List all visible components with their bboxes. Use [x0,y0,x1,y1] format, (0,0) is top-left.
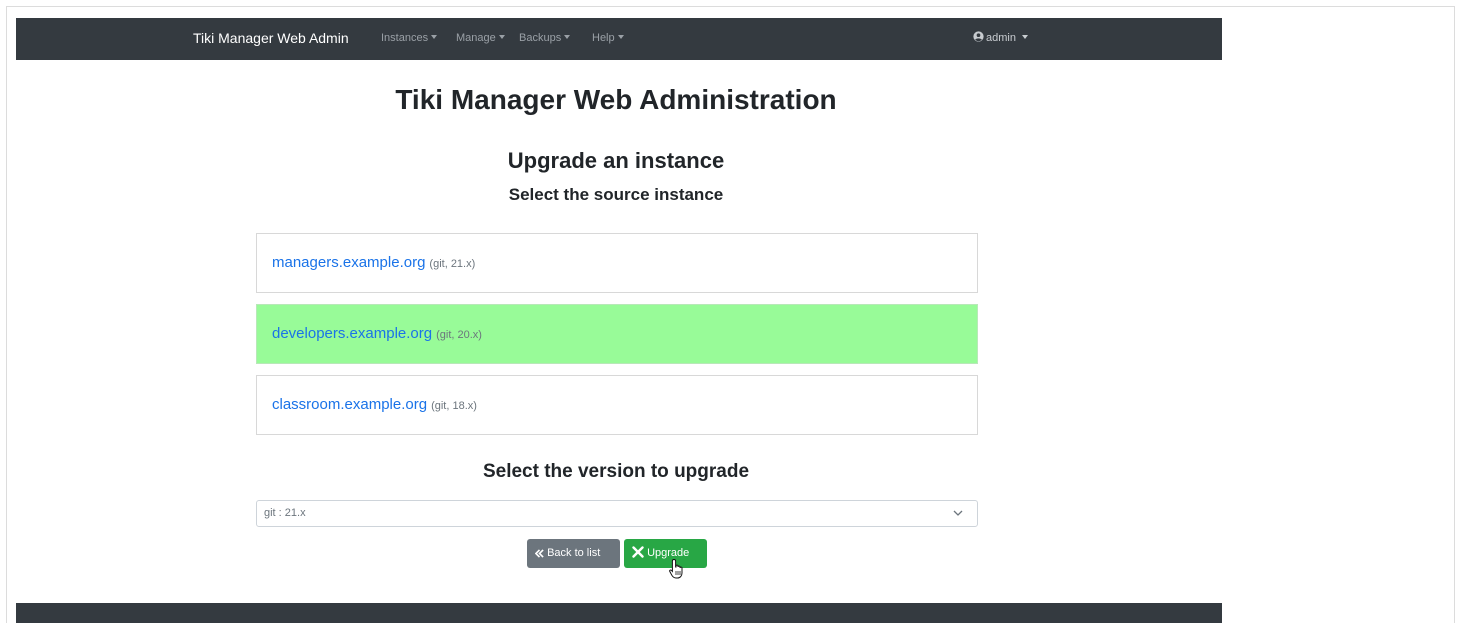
caret-down-icon [431,35,438,39]
caret-down-icon [498,35,505,39]
instance-row-classroom[interactable]: classroom.example.org (git, 18.x) [256,375,978,435]
section-heading: Upgrade an instance [507,148,725,173]
source-subheading: Select the source instance [508,185,724,204]
user-menu-label: admin [986,32,1016,44]
tools-icon [632,546,644,558]
caret-down-icon [1021,35,1028,39]
version-select-value: git : 21.x [264,507,306,519]
nav-menu-label: Help [592,32,615,44]
upgrade-button[interactable]: Upgrade [624,539,707,568]
nav-menu-label: Backups [519,32,562,44]
page-footer [16,603,1222,623]
version-select[interactable]: git : 21.x [256,500,978,527]
caret-down-icon [617,35,624,39]
instance-row-developers[interactable]: developers.example.org (git, 20.x) [256,304,978,364]
nav-menu-help[interactable]: Help [592,32,624,44]
chevron-down-icon [953,510,963,516]
instance-link[interactable]: managers.example.org [272,254,425,271]
version-heading: Select the version to upgrade [482,461,750,482]
instance-meta: (git, 20.x) [436,329,482,341]
hand-pointer-cursor-icon [669,558,683,579]
nav-menu-manage[interactable]: Manage [456,32,505,44]
nav-menu-label: Manage [456,32,496,44]
back-button-label: Back to list [547,547,601,559]
user-menu[interactable]: admin [973,31,1028,44]
instance-link[interactable]: classroom.example.org [272,396,427,413]
nav-menu-label: Instances [381,32,429,44]
user-circle-icon [973,31,984,42]
instance-meta: (git, 18.x) [431,400,477,412]
instance-meta: (git, 21.x) [429,258,476,270]
instance-link[interactable]: developers.example.org [272,325,432,342]
instance-row-managers[interactable]: managers.example.org (git, 21.x) [256,233,978,293]
nav-menu-backups[interactable]: Backups [519,32,571,44]
back-to-list-button[interactable]: Back to list [527,539,620,568]
page-title: Tiki Manager Web Administration [395,84,837,115]
top-navbar: Tiki Manager Web Admin Instances Manage … [16,18,1222,60]
double-chevron-left-icon [534,549,544,558]
navbar-brand[interactable]: Tiki Manager Web Admin [193,30,349,46]
caret-down-icon [564,35,571,39]
nav-menu-instances[interactable]: Instances [381,32,438,44]
